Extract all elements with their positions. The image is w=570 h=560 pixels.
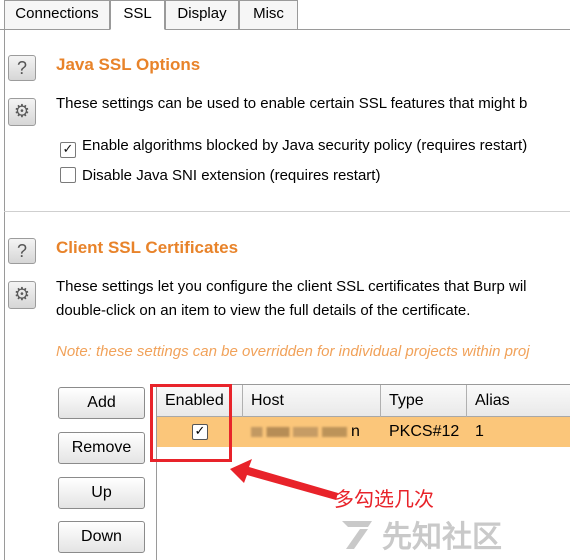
- add-button[interactable]: Add: [58, 387, 145, 419]
- column-header-type[interactable]: Type: [381, 385, 467, 417]
- redacted-host: [251, 426, 347, 437]
- tab-display[interactable]: Display: [165, 0, 239, 30]
- alias-cell: 1: [475, 423, 484, 440]
- java-ssl-description: These settings can be used to enable cer…: [56, 95, 528, 112]
- disable-sni-label: Disable Java SNI extension (requires res…: [82, 167, 381, 184]
- annotation-arrow-icon: [230, 459, 338, 500]
- watermark-logo-icon: [342, 521, 372, 549]
- help-icon[interactable]: ?: [8, 238, 36, 264]
- annotation-highlight-box: [150, 384, 232, 462]
- gear-icon[interactable]: ⚙: [8, 98, 36, 126]
- disable-sni-option[interactable]: Disable Java SNI extension (requires res…: [60, 167, 380, 187]
- client-ssl-title: Client SSL Certificates: [56, 238, 239, 257]
- disable-sni-checkbox[interactable]: [60, 167, 76, 183]
- tab-connections[interactable]: Connections: [4, 0, 110, 30]
- column-header-host[interactable]: Host: [243, 385, 381, 417]
- column-header-alias[interactable]: Alias: [467, 385, 570, 417]
- client-ssl-description-line1: These settings let you configure the cli…: [56, 278, 527, 295]
- java-ssl-title: Java SSL Options: [56, 55, 201, 74]
- tab-bar: Connections SSL Display Misc: [0, 0, 570, 30]
- tab-ssl[interactable]: SSL: [110, 0, 165, 30]
- tab-misc[interactable]: Misc: [239, 0, 298, 30]
- up-button[interactable]: Up: [58, 477, 145, 509]
- client-ssl-note: Note: these settings can be overridden f…: [56, 343, 530, 360]
- enable-blocked-algorithms-label: Enable algorithms blocked by Java securi…: [82, 137, 528, 154]
- down-button[interactable]: Down: [58, 521, 145, 553]
- watermark: 先知社区: [338, 512, 502, 555]
- watermark-text: 先知社区: [382, 520, 502, 555]
- host-cell: n: [243, 417, 381, 447]
- section-divider: [4, 211, 570, 212]
- help-icon[interactable]: ?: [8, 55, 36, 81]
- gear-icon[interactable]: ⚙: [8, 281, 36, 309]
- annotation-text: 多勾选几次: [334, 487, 434, 511]
- client-ssl-description-line2: double-click on an item to view the full…: [56, 302, 471, 319]
- type-cell: PKCS#12: [389, 423, 460, 440]
- enable-blocked-algorithms-checkbox[interactable]: ✓: [60, 142, 76, 158]
- remove-button[interactable]: Remove: [58, 432, 145, 464]
- enable-blocked-algorithms-option[interactable]: ✓ Enable algorithms blocked by Java secur…: [60, 137, 528, 158]
- host-suffix: n: [351, 423, 360, 440]
